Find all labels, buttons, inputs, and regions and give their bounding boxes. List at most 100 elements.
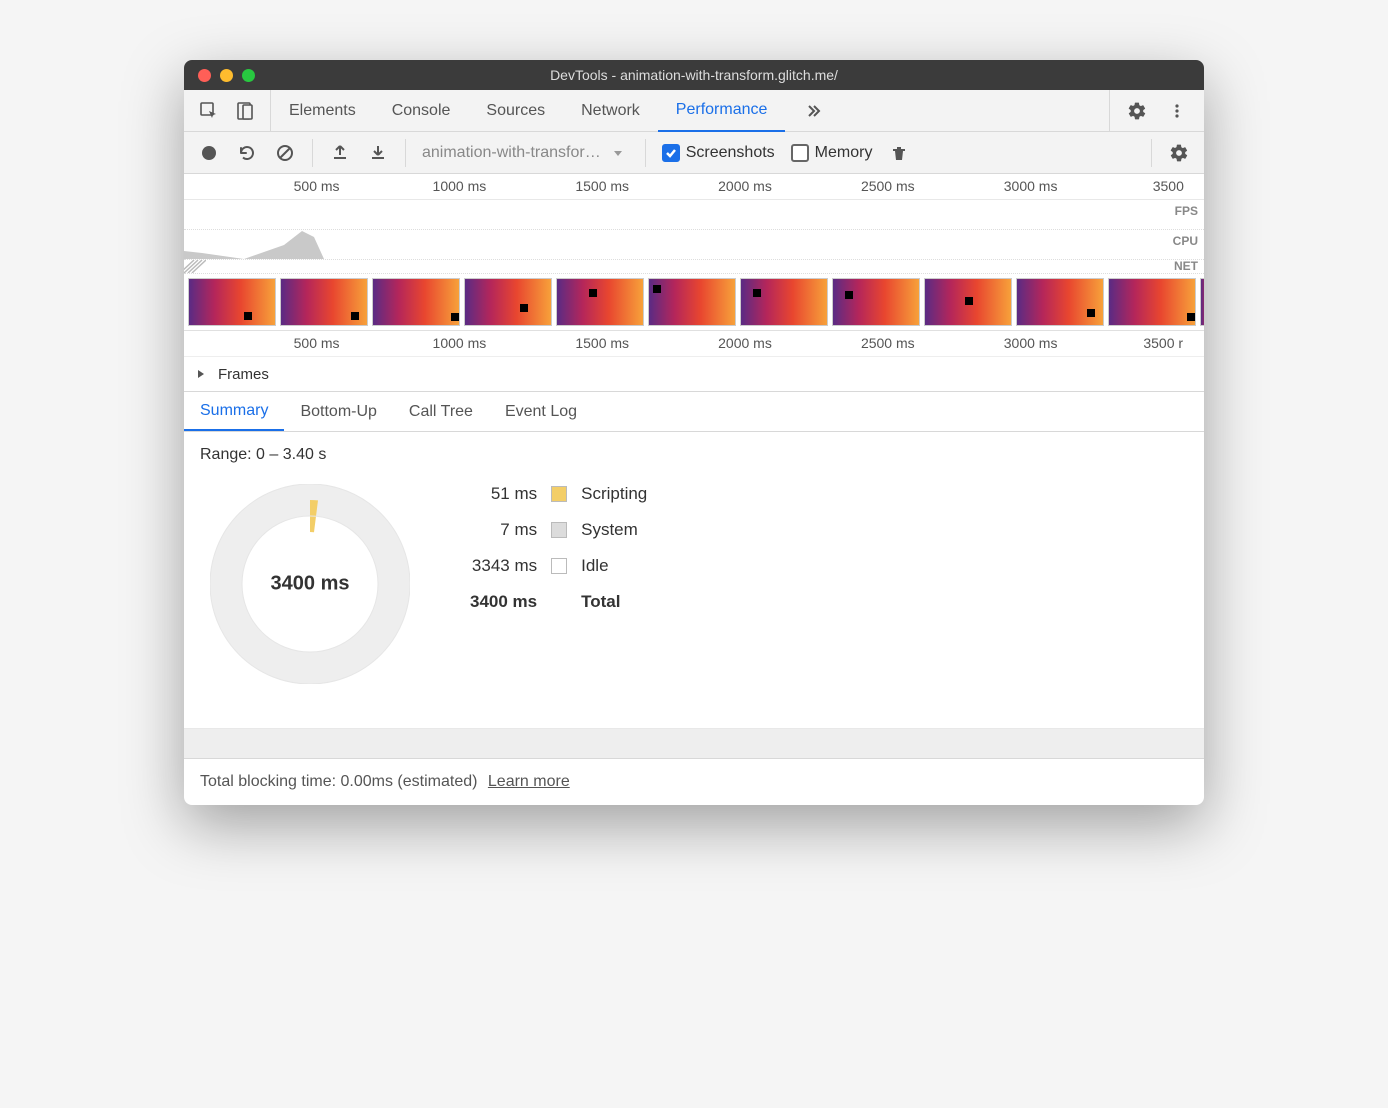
screenshot-thumb[interactable] (1016, 278, 1104, 326)
legend-ms: 7 ms (470, 520, 537, 540)
ruler-tick: 1500 ms (575, 178, 629, 194)
divider (312, 139, 313, 167)
legend-label: Scripting (581, 484, 647, 504)
save-profile-button[interactable] (367, 142, 389, 164)
ruler-tick: 500 ms (294, 335, 340, 351)
screenshot-thumb[interactable] (372, 278, 460, 326)
screenshot-thumb[interactable] (924, 278, 1012, 326)
memory-checkbox[interactable]: Memory (791, 144, 873, 162)
legend-ms: 3400 ms (470, 592, 537, 612)
subtab-event-log[interactable]: Event Log (489, 392, 593, 431)
overview-ruler: 500 ms 1000 ms 1500 ms 2000 ms 2500 ms 3… (184, 174, 1204, 200)
tab-performance[interactable]: Performance (658, 90, 786, 132)
trash-button[interactable] (888, 142, 910, 164)
main-tabbar: Elements Console Sources Network Perform… (184, 90, 1204, 132)
subtab-call-tree[interactable]: Call Tree (393, 392, 489, 431)
screenshot-thumb[interactable] (740, 278, 828, 326)
triangle-right-icon (190, 363, 212, 385)
checkbox-icon (662, 144, 680, 162)
screenshot-thumb[interactable] (556, 278, 644, 326)
kebab-menu-icon[interactable] (1166, 100, 1188, 122)
summary-donut: 3400 ms (210, 484, 410, 684)
screenshots-checkbox[interactable]: Screenshots (662, 144, 775, 162)
subtab-summary[interactable]: Summary (184, 392, 284, 431)
summary-legend: 51 ms Scripting 7 ms System 3343 ms Idle… (470, 484, 647, 612)
profile-select-label: animation-with-transfor… (422, 144, 601, 162)
fps-label: FPS (1175, 204, 1198, 218)
performance-toolbar: animation-with-transfor… Screenshots Mem… (184, 132, 1204, 174)
legend-swatch-system (551, 522, 567, 538)
profile-select[interactable]: animation-with-transfor… (422, 142, 629, 164)
ruler-tick: 1000 ms (433, 335, 487, 351)
legend-ms: 3343 ms (470, 556, 537, 576)
screenshot-thumb[interactable] (648, 278, 736, 326)
summary-panel: Range: 0 – 3.40 s 3400 ms 51 ms Scriptin… (184, 432, 1204, 729)
ruler-tick: 3000 ms (1004, 178, 1058, 194)
ruler-tick: 3000 ms (1004, 335, 1058, 351)
net-lane: NET (184, 260, 1204, 274)
device-toolbar-icon[interactable] (234, 100, 256, 122)
legend-swatch-idle (551, 558, 567, 574)
flamechart-ruler: 500 ms 1000 ms 1500 ms 2000 ms 2500 ms 3… (184, 331, 1204, 357)
load-profile-button[interactable] (329, 142, 351, 164)
frames-disclosure[interactable]: Frames (184, 357, 1204, 391)
fps-lane: FPS (184, 200, 1204, 230)
chevron-double-right-icon (803, 100, 825, 122)
divider (1151, 139, 1152, 167)
ruler-tick: 500 ms (294, 178, 340, 194)
subtab-bottom-up[interactable]: Bottom-Up (284, 392, 392, 431)
cpu-graph (184, 231, 1164, 259)
close-window-button[interactable] (198, 69, 211, 82)
clear-button[interactable] (274, 142, 296, 164)
traffic-lights (184, 69, 255, 82)
ruler-tick: 1500 ms (575, 335, 629, 351)
ruler-tick: 2500 ms (861, 335, 915, 351)
frames-label: Frames (218, 366, 269, 383)
devtools-window: DevTools - animation-with-transform.glit… (184, 60, 1204, 805)
tab-sources[interactable]: Sources (468, 90, 563, 132)
screenshot-thumb[interactable] (464, 278, 552, 326)
divider (645, 139, 646, 167)
ruler-tick: 2000 ms (718, 178, 772, 194)
inspect-element-icon[interactable] (198, 100, 220, 122)
tab-elements[interactable]: Elements (271, 90, 374, 132)
window-title: DevTools - animation-with-transform.glit… (184, 67, 1204, 83)
ruler-tick: 3500 r (1143, 335, 1183, 351)
legend-ms: 51 ms (470, 484, 537, 504)
learn-more-link[interactable]: Learn more (488, 773, 570, 790)
settings-gear-icon[interactable] (1126, 100, 1148, 122)
tab-overflow[interactable] (785, 90, 843, 132)
flamechart[interactable]: 500 ms 1000 ms 1500 ms 2000 ms 2500 ms 3… (184, 331, 1204, 392)
screenshots-label: Screenshots (686, 144, 775, 162)
tab-console[interactable]: Console (374, 90, 469, 132)
net-hatch (184, 260, 206, 273)
legend-swatch-scripting (551, 486, 567, 502)
screenshot-thumb[interactable] (1200, 278, 1204, 326)
screenshot-thumb[interactable] (188, 278, 276, 326)
cpu-label: CPU (1173, 234, 1198, 248)
memory-label: Memory (815, 144, 873, 162)
minimize-window-button[interactable] (220, 69, 233, 82)
timeline-overview[interactable]: 500 ms 1000 ms 1500 ms 2000 ms 2500 ms 3… (184, 174, 1204, 331)
tab-network[interactable]: Network (563, 90, 658, 132)
screenshot-thumb[interactable] (1108, 278, 1196, 326)
main-tabs: Elements Console Sources Network Perform… (271, 90, 1109, 132)
resize-strip[interactable] (184, 729, 1204, 759)
screenshot-thumb[interactable] (832, 278, 920, 326)
capture-settings-gear-icon[interactable] (1168, 142, 1190, 164)
reload-record-button[interactable] (236, 142, 258, 164)
legend-label: Total (581, 592, 647, 612)
zoom-window-button[interactable] (242, 69, 255, 82)
legend-label: Idle (581, 556, 647, 576)
screenshot-thumb[interactable] (280, 278, 368, 326)
blocking-time-label: Total blocking time: 0.00ms (estimated) (200, 773, 477, 790)
ruler-tick: 3500 (1153, 178, 1184, 194)
donut-total: 3400 ms (271, 573, 350, 596)
net-label: NET (1174, 259, 1198, 273)
divider (405, 139, 406, 167)
cpu-lane: CPU (184, 230, 1204, 260)
ruler-tick: 1000 ms (433, 178, 487, 194)
range-label: Range: 0 – 3.40 s (200, 446, 1188, 464)
details-tabs: Summary Bottom-Up Call Tree Event Log (184, 392, 1204, 432)
record-button[interactable] (198, 142, 220, 164)
